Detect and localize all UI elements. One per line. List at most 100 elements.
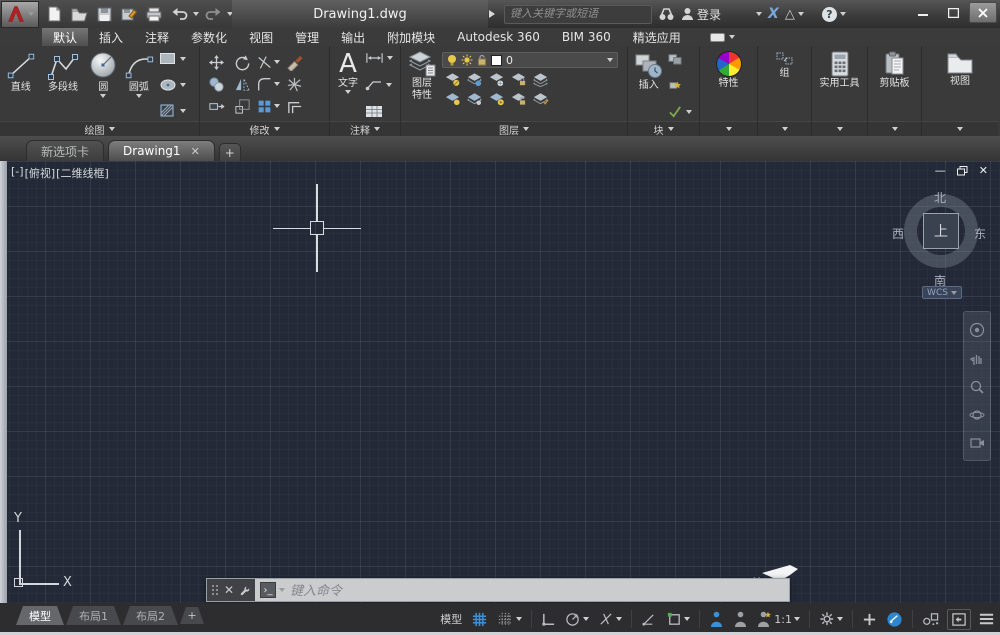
rectangle-button[interactable] bbox=[159, 52, 196, 66]
tab-insert[interactable]: 插入 bbox=[88, 28, 134, 46]
polar-caret-icon[interactable] bbox=[583, 617, 589, 621]
dimension-button[interactable] bbox=[365, 52, 397, 64]
layer-walk-tool-icon[interactable] bbox=[488, 91, 505, 106]
block-attribute-sync-button[interactable] bbox=[668, 105, 696, 118]
explode-button[interactable] bbox=[286, 76, 303, 93]
circle-flyout-caret-icon[interactable] bbox=[100, 94, 106, 98]
save-as-button[interactable] bbox=[118, 3, 140, 25]
isodraft-toggle[interactable] bbox=[596, 609, 624, 629]
drawing-close-icon[interactable]: ✕ bbox=[979, 166, 988, 176]
viewcube-west[interactable]: 西 bbox=[892, 225, 904, 242]
show-motion-icon[interactable] bbox=[969, 436, 985, 450]
tab-featured-apps[interactable]: 精选应用 bbox=[622, 28, 692, 46]
stretch-button[interactable] bbox=[208, 98, 225, 115]
panel-label-modify[interactable]: 修改 bbox=[200, 121, 329, 136]
tab-annotate[interactable]: 注释 bbox=[134, 28, 180, 46]
layer-dropdown-caret-icon[interactable] bbox=[607, 58, 613, 62]
drawing-canvas[interactable]: [-] [俯视] [二维线框] — ✕ 北 南 西 东 上 WCS bbox=[0, 161, 1000, 603]
file-tab-close-icon[interactable]: ✕ bbox=[191, 145, 200, 158]
maximize-button[interactable] bbox=[939, 2, 967, 23]
layer-isolate-tool-icon[interactable] bbox=[466, 72, 483, 87]
exchange-apps-button[interactable]: X bbox=[768, 6, 779, 22]
viewcube-north[interactable]: 北 bbox=[934, 189, 946, 206]
text-button[interactable]: A 文字 bbox=[333, 49, 363, 121]
redo-button[interactable] bbox=[202, 3, 224, 25]
insert-block-button[interactable]: 插入 bbox=[631, 49, 666, 121]
panel-label-view[interactable] bbox=[922, 121, 998, 136]
new-drawing-button[interactable]: + bbox=[219, 143, 241, 161]
save-button[interactable] bbox=[93, 3, 115, 25]
new-file-button[interactable] bbox=[43, 3, 65, 25]
osnap-caret-icon[interactable] bbox=[684, 617, 690, 621]
new-layout-button[interactable]: + bbox=[180, 607, 204, 624]
command-grip-icon[interactable] bbox=[212, 585, 218, 595]
grid-toggle[interactable] bbox=[469, 609, 490, 630]
layout-tab-layout1[interactable]: 布局1 bbox=[66, 606, 121, 625]
block-edit-button[interactable] bbox=[668, 52, 696, 65]
open-file-button[interactable] bbox=[68, 3, 90, 25]
layer-freeze-tool-icon[interactable] bbox=[488, 72, 505, 87]
file-tab-new[interactable]: 新选项卡 bbox=[26, 140, 104, 161]
layer-unlock-tool-icon[interactable] bbox=[510, 91, 527, 106]
line-button[interactable]: 直线 bbox=[3, 49, 38, 121]
command-prompt-control[interactable]: ›_ bbox=[255, 579, 290, 601]
layer-match-tool-icon[interactable] bbox=[532, 72, 549, 87]
polyline-button[interactable]: 多段线 bbox=[40, 49, 85, 121]
text-flyout-caret-icon[interactable] bbox=[345, 90, 351, 94]
recent-commands-caret-icon[interactable] bbox=[279, 588, 285, 592]
object-snap-tracking-toggle[interactable] bbox=[639, 609, 659, 629]
polar-tracking-toggle[interactable] bbox=[563, 609, 591, 629]
clean-screen-button[interactable] bbox=[947, 609, 971, 630]
mirror-button[interactable] bbox=[234, 76, 251, 93]
viewcube-east[interactable]: 东 bbox=[974, 225, 986, 242]
drawing-minimize-icon[interactable]: — bbox=[935, 166, 946, 176]
drawing-restore-icon[interactable] bbox=[957, 166, 968, 176]
move-button[interactable] bbox=[208, 54, 225, 71]
rotate-button[interactable] bbox=[234, 54, 251, 71]
navigation-bar[interactable] bbox=[963, 311, 991, 461]
hardware-acceleration-toggle[interactable] bbox=[884, 609, 905, 630]
annotation-visibility-toggle[interactable] bbox=[707, 609, 726, 630]
tab-manage[interactable]: 管理 bbox=[284, 28, 330, 46]
copy-button[interactable] bbox=[208, 76, 225, 93]
view-button[interactable]: 视图 bbox=[946, 49, 974, 121]
help-button[interactable]: ? bbox=[822, 7, 846, 22]
annotation-scale-control[interactable]: 1:1 bbox=[755, 609, 802, 630]
viewport-view-control[interactable]: [俯视] bbox=[25, 165, 56, 181]
workspace-caret-icon[interactable] bbox=[837, 617, 843, 621]
fillet-button[interactable] bbox=[257, 77, 280, 92]
panel-label-draw[interactable]: 绘图 bbox=[0, 121, 199, 136]
layer-make-current-tool-icon[interactable] bbox=[444, 91, 461, 106]
layer-dropdown[interactable]: 0 bbox=[442, 52, 618, 68]
block-attributes-button[interactable] bbox=[668, 79, 696, 92]
autoscale-toggle[interactable] bbox=[731, 609, 750, 630]
isolate-objects-button[interactable] bbox=[920, 609, 942, 629]
table-button[interactable] bbox=[365, 105, 397, 118]
annotation-scale-caret-icon[interactable] bbox=[794, 617, 800, 621]
viewcube-top-face[interactable]: 上 bbox=[923, 213, 959, 249]
wcs-dropdown[interactable]: WCS bbox=[922, 286, 962, 299]
application-menu-button[interactable] bbox=[1, 1, 39, 28]
pan-hand-icon[interactable] bbox=[969, 351, 985, 367]
plot-button[interactable] bbox=[143, 3, 165, 25]
layer-off-tool-icon[interactable] bbox=[444, 72, 461, 87]
command-close-icon[interactable]: ✕ bbox=[224, 584, 234, 596]
tab-parametric[interactable]: 参数化 bbox=[180, 28, 238, 46]
panel-label-block[interactable]: 块 bbox=[628, 121, 699, 136]
command-customize-wrench-icon[interactable] bbox=[240, 584, 250, 597]
tab-addins[interactable]: 附加模块 bbox=[376, 28, 446, 46]
layer-state-tool-icon[interactable] bbox=[532, 91, 549, 106]
arc-button[interactable]: 圆弧 bbox=[121, 49, 156, 121]
hatch-button[interactable] bbox=[159, 103, 196, 118]
model-space-toggle[interactable]: 模型 bbox=[438, 609, 464, 629]
file-tab-drawing1[interactable]: Drawing1 ✕ bbox=[108, 140, 215, 161]
close-button[interactable] bbox=[969, 2, 997, 23]
arc-flyout-caret-icon[interactable] bbox=[136, 94, 142, 98]
ellipse-button[interactable] bbox=[159, 78, 196, 92]
search-button[interactable] bbox=[658, 7, 675, 21]
isodraft-caret-icon[interactable] bbox=[616, 617, 622, 621]
scale-button[interactable] bbox=[234, 98, 251, 115]
autodesk360-button[interactable]: △ bbox=[785, 7, 804, 22]
ortho-toggle[interactable] bbox=[539, 610, 558, 629]
array-button[interactable] bbox=[257, 99, 280, 114]
